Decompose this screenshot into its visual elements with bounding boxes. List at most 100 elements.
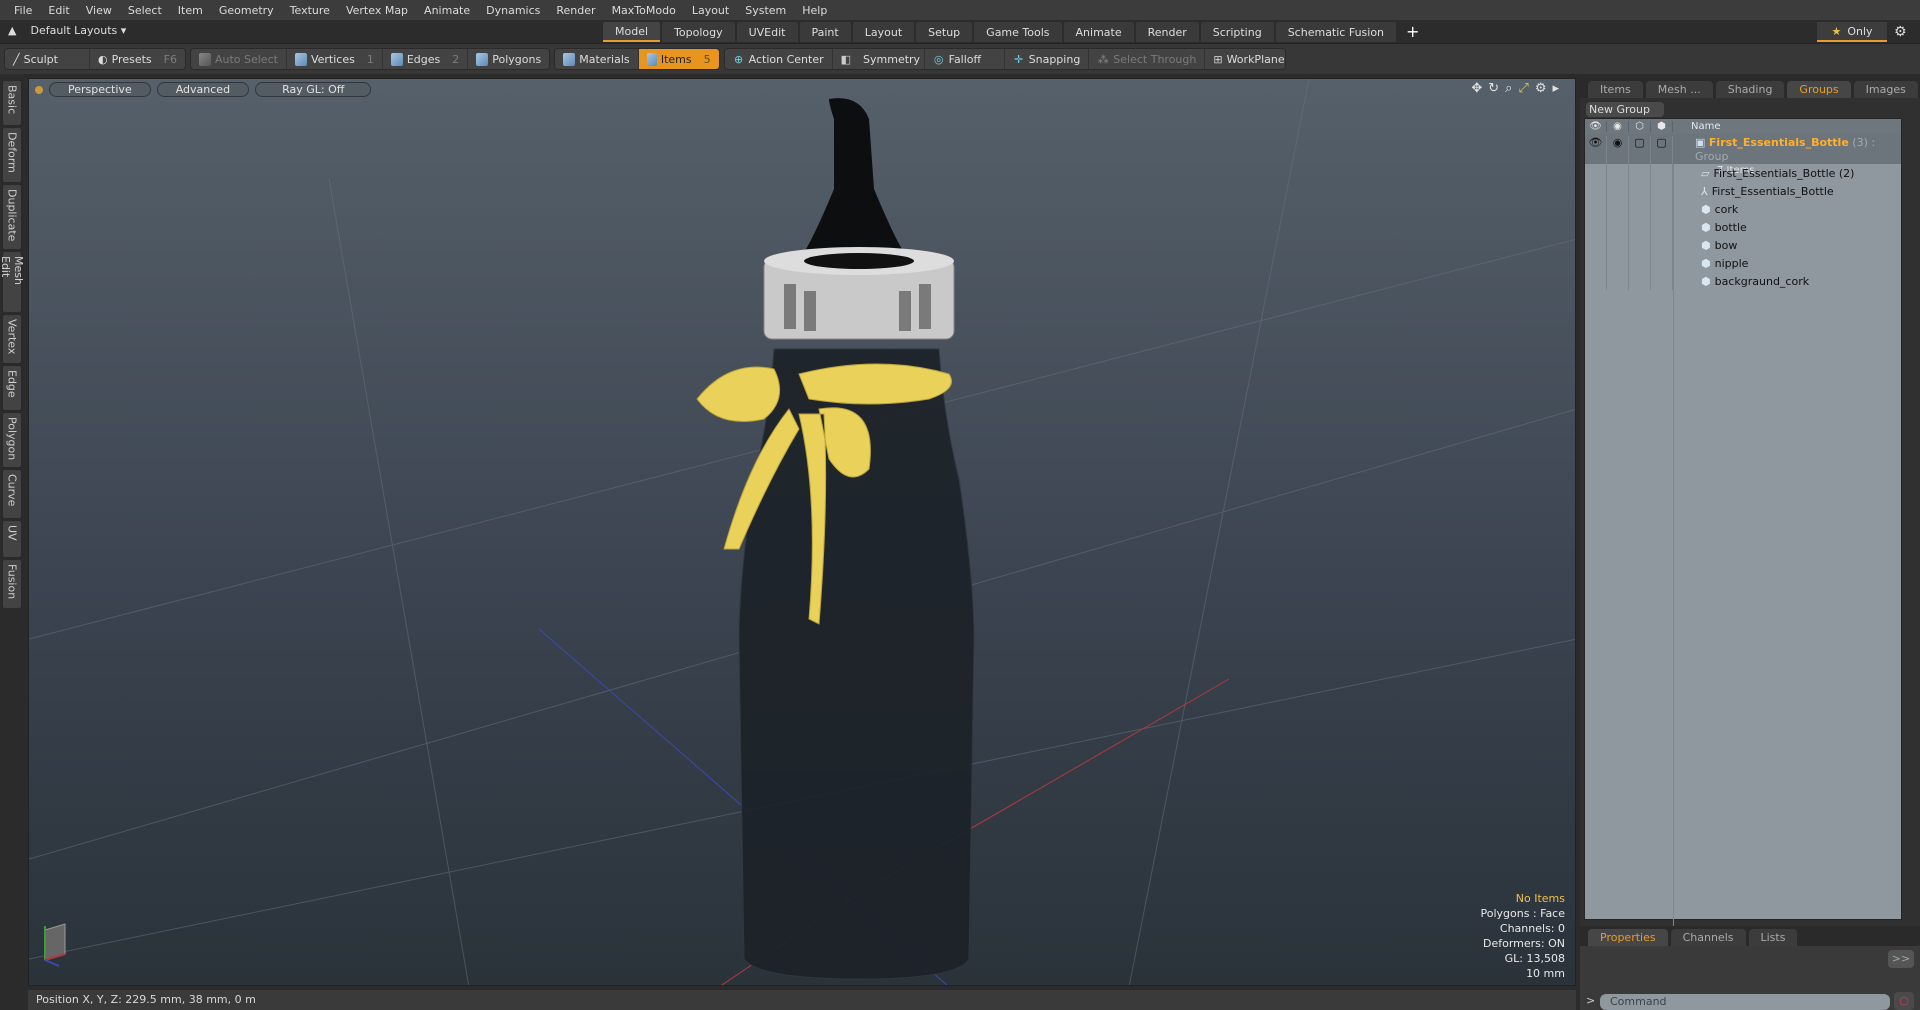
viewport-gear-icon[interactable]: ⚙	[1535, 81, 1547, 96]
tree-item[interactable]: ▱ First_Essentials_Bottle (2)	[1585, 164, 1901, 182]
group-row[interactable]: 👁 ◉ ▢ ▢ ▣ First_Essentials_Bottle (3) : Gro…	[1585, 134, 1901, 176]
tab-paint[interactable]: Paint	[799, 22, 851, 42]
pan-icon[interactable]: ✥	[1471, 81, 1482, 96]
polygons-button[interactable]: Polygons	[468, 49, 549, 69]
edges-icon	[390, 52, 403, 66]
expand-button[interactable]: >>	[1888, 950, 1914, 968]
layout-selector[interactable]: ▲ Default Layouts ▾	[8, 24, 126, 37]
raygl-button[interactable]: Ray GL: Off	[255, 82, 372, 97]
tree-item[interactable]: ⬢ bow	[1585, 236, 1901, 254]
record-icon[interactable]: ○	[1894, 992, 1914, 1010]
tree-item[interactable]: ⬢ nipple	[1585, 254, 1901, 272]
gear-icon[interactable]: ⚙	[1894, 24, 1907, 40]
items-button[interactable]: Items 5	[638, 49, 719, 69]
zoom-icon[interactable]: ⌕	[1505, 81, 1512, 96]
tab-render[interactable]: Render	[1135, 22, 1199, 42]
select-column-icon[interactable]: ⬢	[1651, 121, 1673, 132]
visibility-column-icon[interactable]: 👁	[1585, 121, 1607, 132]
side-tab-curve[interactable]: Curve	[2, 469, 22, 519]
lock-checkbox[interactable]: ▢	[1629, 136, 1651, 164]
side-tab-edge[interactable]: Edge	[2, 365, 22, 411]
menu-item-layout[interactable]: Layout	[684, 4, 737, 17]
panel-tab-lists[interactable]: Lists	[1748, 929, 1798, 946]
lock-column-icon[interactable]: ⬡	[1629, 121, 1651, 132]
menu-item-vertex-map[interactable]: Vertex Map	[338, 4, 416, 17]
menu-item-select[interactable]: Select	[120, 4, 170, 17]
tab-animate[interactable]: Animate	[1063, 22, 1134, 42]
add-tab-icon[interactable]: +	[1398, 22, 1427, 42]
panel-tab-mesh[interactable]: Mesh ...	[1645, 81, 1713, 98]
menu-item-view[interactable]: View	[78, 4, 120, 17]
sculpt-button[interactable]: ╱ Sculpt	[5, 49, 90, 69]
tree-item-name: nipple	[1714, 256, 1749, 270]
panel-tab-images[interactable]: Images	[1853, 81, 1918, 98]
side-tab-vertex[interactable]: Vertex	[2, 314, 22, 364]
tree-item[interactable]: ⬢ bottle	[1585, 218, 1901, 236]
maximize-icon[interactable]: ⤢	[1518, 81, 1528, 96]
viewport-menu-arrow-icon[interactable]: ▸	[1552, 81, 1559, 96]
side-tab-basic[interactable]: Basic	[2, 80, 22, 126]
tree-item[interactable]: ⅄ First_Essentials_Bottle	[1585, 182, 1901, 200]
panel-tab-shading[interactable]: Shading	[1715, 81, 1785, 98]
tree-item[interactable]: ⬢ backgraund_cork	[1585, 272, 1901, 290]
menu-item-item[interactable]: Item	[170, 4, 211, 17]
side-tab-deform[interactable]: Deform	[2, 127, 22, 183]
panel-tab-items[interactable]: Items	[1588, 81, 1643, 98]
command-input[interactable]: Command	[1600, 994, 1890, 1010]
side-tab-mesh-edit[interactable]: Mesh Edit	[0, 251, 25, 313]
vertices-key: 1	[366, 52, 374, 66]
new-group-button[interactable]: New Group	[1586, 102, 1664, 117]
rotate-icon[interactable]: ↻	[1488, 81, 1499, 96]
eye-icon[interactable]: 👁	[1585, 136, 1607, 164]
tab-uvedit[interactable]: UVEdit	[736, 22, 798, 42]
tab-scripting[interactable]: Scripting	[1200, 22, 1274, 42]
vertices-button[interactable]: Vertices 1	[287, 49, 383, 69]
workplane-button[interactable]: ⊞ WorkPlane	[1205, 49, 1285, 69]
menu-item-maxtomodo[interactable]: MaxToModo	[604, 4, 684, 17]
menu-item-edit[interactable]: Edit	[40, 4, 77, 17]
side-tab-polygon[interactable]: Polygon	[2, 412, 22, 468]
side-tab-uv[interactable]: UV	[2, 520, 22, 558]
tree-item[interactable]: ⬢ cork	[1585, 200, 1901, 218]
menu-item-geometry[interactable]: Geometry	[211, 4, 282, 17]
tab-model[interactable]: Model	[603, 22, 661, 42]
menu-item-dynamics[interactable]: Dynamics	[478, 4, 548, 17]
panel-tab-channels[interactable]: Channels	[1670, 929, 1746, 946]
menu-item-file[interactable]: File	[6, 4, 40, 17]
side-tab-fusion[interactable]: Fusion	[2, 559, 22, 609]
snapping-button[interactable]: ✛ Snapping	[1005, 49, 1090, 69]
render-column-icon[interactable]: ◉	[1607, 121, 1629, 132]
tab-layout[interactable]: Layout	[852, 22, 915, 42]
only-button[interactable]: ★ Only	[1817, 22, 1887, 42]
select-checkbox[interactable]: ▢	[1651, 136, 1673, 164]
view-mode-button[interactable]: Perspective	[49, 82, 151, 97]
falloff-button[interactable]: ◎ Falloff	[925, 49, 1005, 69]
edges-button[interactable]: Edges 2	[383, 49, 469, 69]
materials-button[interactable]: Materials	[555, 49, 639, 69]
tab-topology[interactable]: Topology	[662, 22, 735, 42]
crosshair-icon: ⊕	[734, 52, 744, 66]
3d-viewport[interactable]: Perspective Advanced Ray GL: Off ✥ ↻ ⌕ ⤢…	[28, 78, 1576, 986]
menu-item-render[interactable]: Render	[548, 4, 603, 17]
tab-game-tools[interactable]: Game Tools	[974, 22, 1062, 42]
symmetry-icon: ◧	[840, 52, 852, 66]
presets-button[interactable]: ◐ Presets F6	[90, 49, 185, 69]
pin-icon[interactable]: ▲	[8, 24, 16, 37]
menu-item-help[interactable]: Help	[794, 4, 835, 17]
symmetry-button[interactable]: ◧ Symmetry	[833, 49, 925, 69]
select-through-button[interactable]: ⁂ Select Through	[1089, 49, 1206, 69]
tab-schematic-fusion[interactable]: Schematic Fusion	[1275, 22, 1397, 42]
side-tab-duplicate[interactable]: Duplicate	[2, 184, 22, 250]
render-icon[interactable]: ◉	[1607, 136, 1629, 164]
tab-setup[interactable]: Setup	[916, 22, 973, 42]
panel-tab-groups[interactable]: Groups	[1787, 81, 1851, 98]
menu-item-texture[interactable]: Texture	[282, 4, 338, 17]
viewport-options-dot[interactable]	[35, 85, 43, 94]
menu-item-animate[interactable]: Animate	[416, 4, 478, 17]
panel-tab-properties[interactable]: Properties	[1588, 929, 1668, 946]
action-center-button[interactable]: ⊕ Action Center	[725, 49, 833, 69]
auto-select-button[interactable]: Auto Select	[191, 49, 287, 69]
shading-button[interactable]: Advanced	[156, 82, 250, 97]
status-bar: Position X, Y, Z: 229.5 mm, 38 mm, 0 m	[28, 990, 1576, 1010]
menu-item-system[interactable]: System	[737, 4, 794, 17]
